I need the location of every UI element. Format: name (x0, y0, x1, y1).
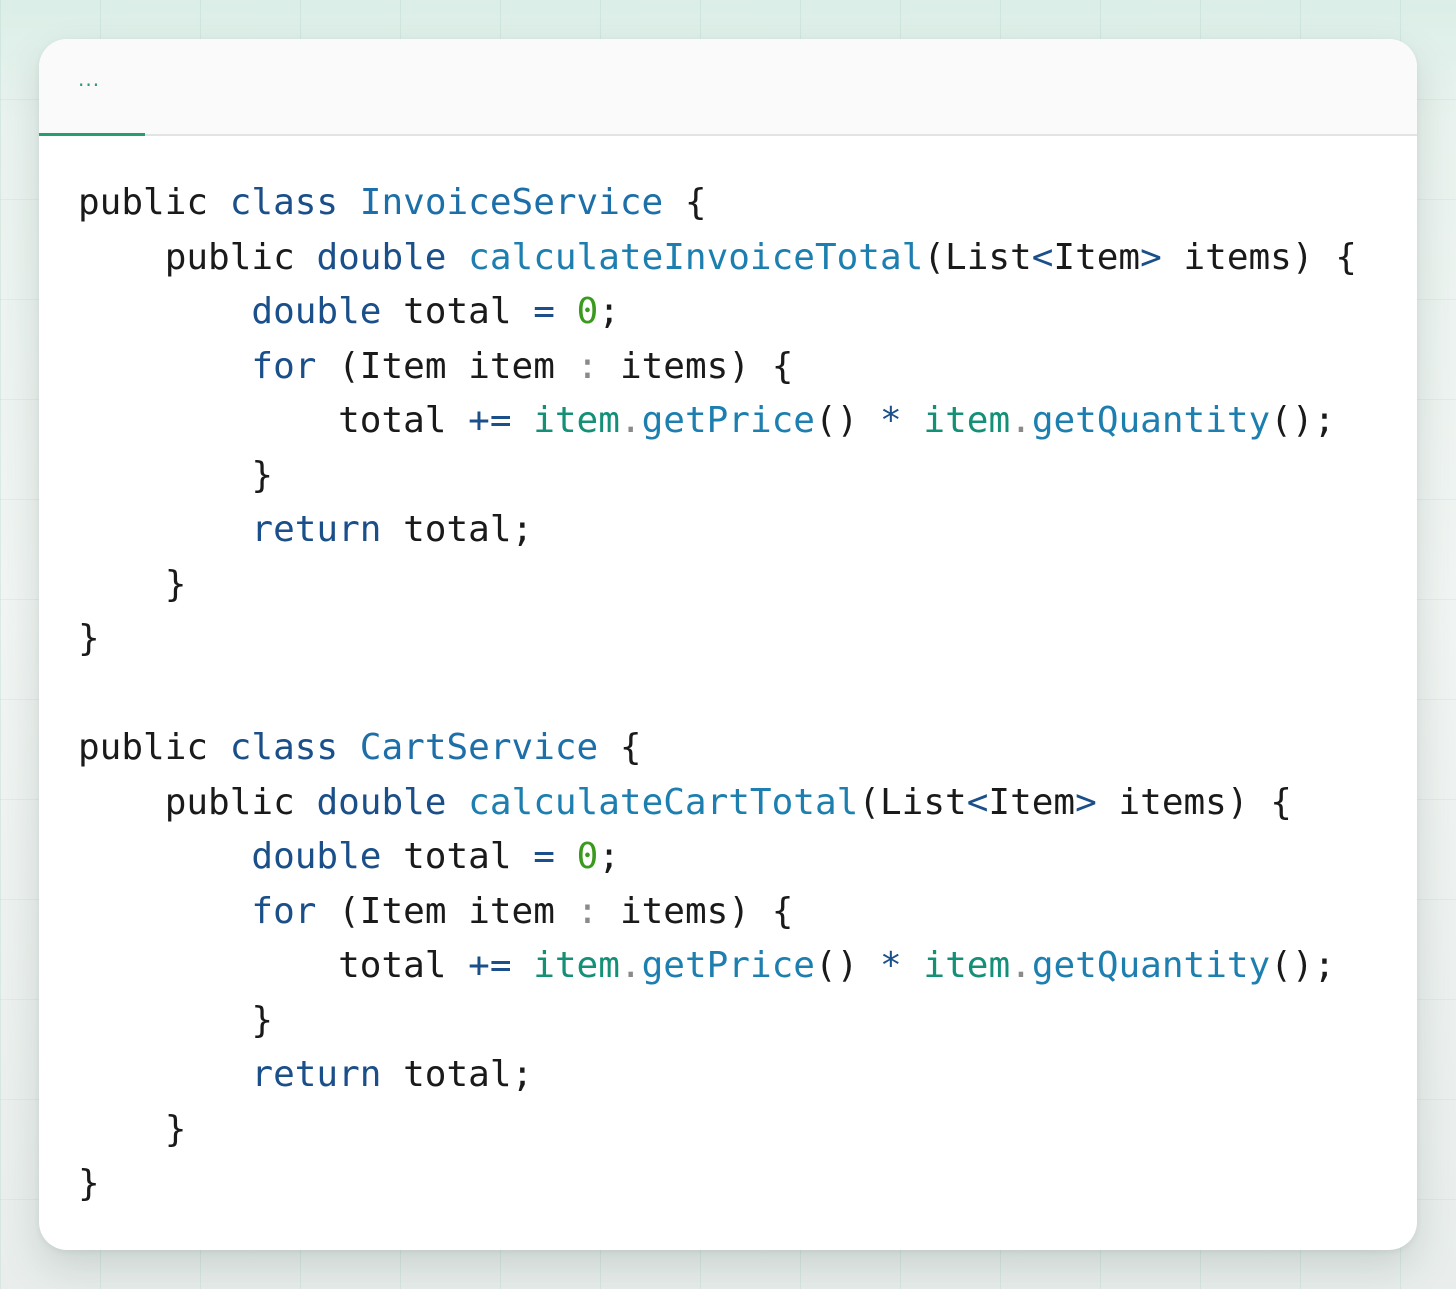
code-line: } (78, 618, 100, 659)
code-line: for (Item item : items) { (251, 345, 794, 387)
code-line: return total; (251, 509, 534, 550)
code-line: public class InvoiceService { (78, 182, 707, 223)
code-line: public class CartService { (78, 727, 642, 768)
code-content[interactable]: public class InvoiceService { public dou… (78, 176, 1357, 1212)
code-line: double total = 0; (251, 291, 620, 332)
tab-bar: ... (39, 39, 1417, 136)
code-line: } (251, 454, 274, 496)
code-block-card: ... public class InvoiceService { public… (39, 39, 1417, 1250)
tab-label: ... (78, 67, 101, 91)
code-line: for (Item item : items) { (251, 890, 794, 932)
code-line: } (164, 563, 187, 605)
code-line: ​ (78, 667, 1357, 722)
code-line: double total = 0; (251, 836, 620, 877)
code-line: total += item.getPrice() * item.getQuant… (338, 400, 1336, 441)
code-line: return total; (251, 1054, 534, 1095)
tab-more[interactable]: ... (39, 39, 145, 134)
active-tab-indicator (39, 133, 145, 136)
code-line: public double calculateCartTotal(List<It… (164, 781, 1292, 823)
code-line: } (251, 999, 274, 1041)
code-line: } (164, 1108, 187, 1150)
code-line: public double calculateInvoiceTotal(List… (164, 236, 1357, 278)
code-line: } (78, 1163, 100, 1204)
code-line: total += item.getPrice() * item.getQuant… (338, 945, 1336, 986)
